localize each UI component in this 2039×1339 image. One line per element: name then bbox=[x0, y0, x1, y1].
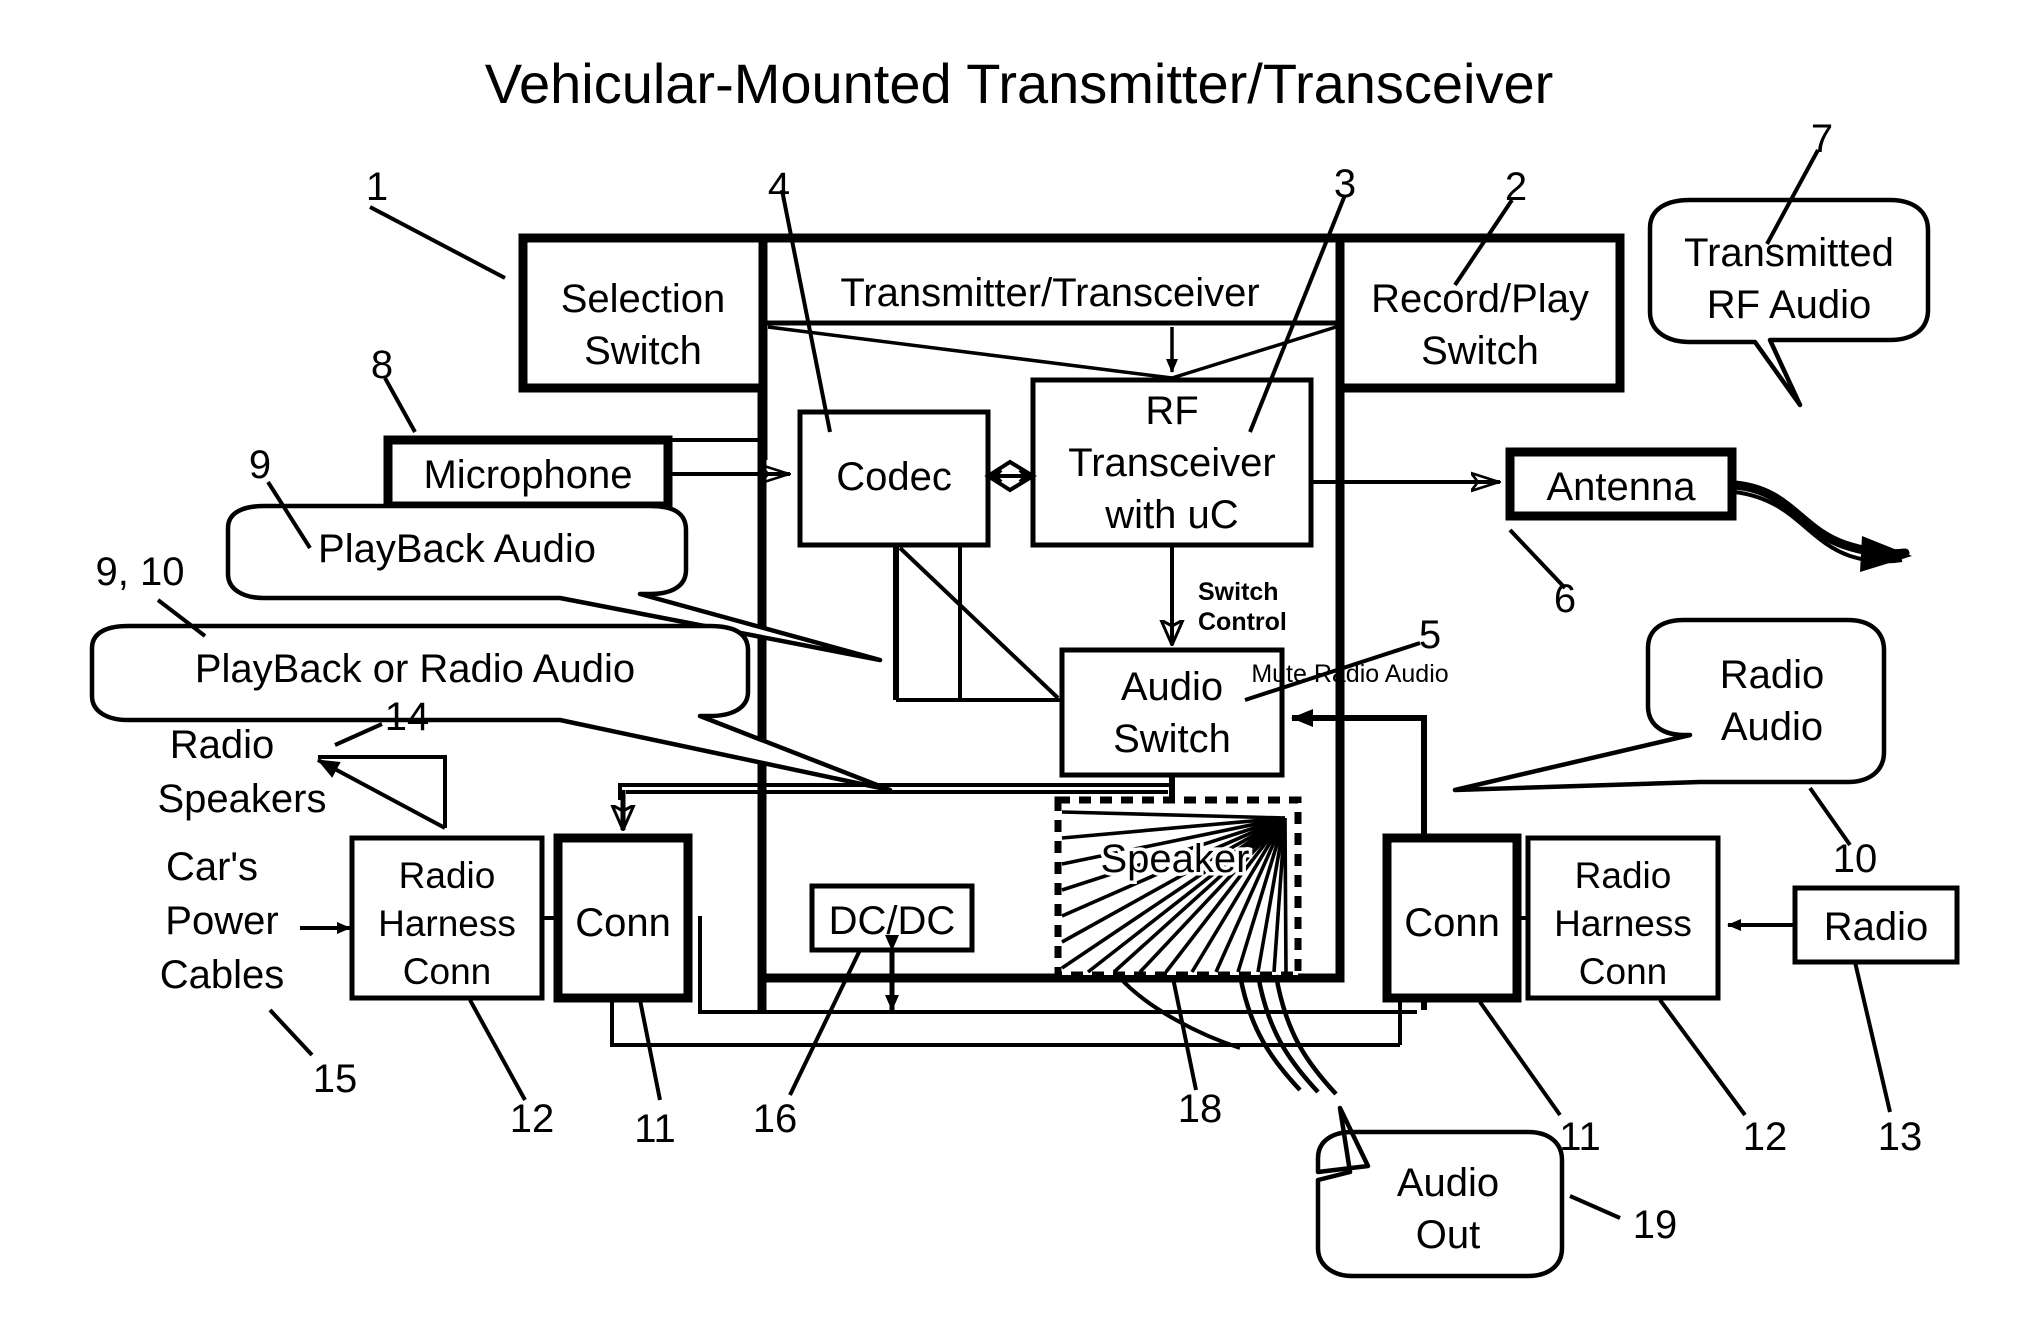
ref-number-6: 6 bbox=[1554, 577, 1576, 621]
audio-out-line-2: Out bbox=[1416, 1213, 1480, 1257]
ref-number-9-10: 9, 10 bbox=[96, 550, 185, 594]
ref-number-13: 13 bbox=[1878, 1115, 1923, 1159]
ref-number-15: 15 bbox=[313, 1057, 358, 1101]
conn-right-label: Conn bbox=[1404, 901, 1500, 945]
ref-number-11-right: 11 bbox=[1559, 1115, 1601, 1159]
rhc-left-line-2: Harness bbox=[378, 903, 516, 944]
ref-number-7: 7 bbox=[1811, 117, 1833, 161]
transmitted-rf-audio-line-2: RF Audio bbox=[1707, 283, 1872, 327]
cars-power-line-1: Car's bbox=[166, 845, 258, 889]
radio-speakers-line-2: Speakers bbox=[158, 777, 327, 821]
radio-audio-line-2: Audio bbox=[1721, 705, 1823, 749]
cars-power-line-3: Cables bbox=[160, 953, 285, 997]
conn-left-label: Conn bbox=[575, 901, 671, 945]
antenna-label: Antenna bbox=[1546, 465, 1696, 509]
patent-figure-canvas: Vehicular-Mounted Transmitter/Transceive… bbox=[0, 0, 2039, 1339]
rf-transceiver-label-1: RF bbox=[1145, 389, 1198, 433]
switch-control-label-2: Control bbox=[1198, 608, 1287, 636]
figure-title: Vehicular-Mounted Transmitter/Transceive… bbox=[485, 52, 1554, 115]
cars-power-line-2: Power bbox=[165, 899, 278, 943]
microphone-label: Microphone bbox=[423, 453, 632, 497]
ref-number-12-left: 12 bbox=[510, 1097, 555, 1141]
ref-number-2: 2 bbox=[1505, 165, 1527, 209]
switch-control-label-1: Switch bbox=[1198, 578, 1279, 606]
record-play-label-1: Record/Play bbox=[1371, 277, 1589, 321]
ref-number-5: 5 bbox=[1419, 613, 1441, 657]
codec-label: Codec bbox=[836, 455, 952, 499]
ref-number-11-left: 11 bbox=[634, 1107, 676, 1151]
ref-number-10: 10 bbox=[1833, 837, 1878, 881]
rhc-left-line-3: Conn bbox=[403, 951, 491, 992]
selection-switch-label-1: Selection bbox=[561, 277, 726, 321]
dcdc-label: DC/DC bbox=[829, 899, 956, 943]
ref-number-4: 4 bbox=[768, 165, 790, 209]
audio-out-line-1: Audio bbox=[1397, 1161, 1499, 1205]
rhc-right-line-3: Conn bbox=[1579, 951, 1667, 992]
ref-number-16: 16 bbox=[753, 1097, 798, 1141]
mute-radio-audio-label: Mute Radio Audio bbox=[1251, 660, 1448, 688]
rhc-left-line-1: Radio bbox=[399, 855, 496, 896]
speaker-group: Speaker bbox=[1054, 796, 1302, 979]
ref-number-14: 14 bbox=[385, 695, 430, 739]
rhc-right-line-2: Harness bbox=[1554, 903, 1692, 944]
rhc-right-line-1: Radio bbox=[1575, 855, 1672, 896]
transmitted-rf-audio-line-1: Transmitted bbox=[1684, 231, 1894, 275]
playback-or-radio-audio-label: PlayBack or Radio Audio bbox=[195, 647, 635, 691]
playback-audio-label: PlayBack Audio bbox=[318, 527, 596, 571]
record-play-label-2: Switch bbox=[1421, 329, 1539, 373]
radio-label: Radio bbox=[1824, 905, 1929, 949]
ref-number-19: 19 bbox=[1633, 1203, 1678, 1247]
rf-transceiver-label-3: with uC bbox=[1104, 493, 1238, 537]
ref-number-12-right: 12 bbox=[1743, 1115, 1788, 1159]
radio-speakers-line-1: Radio bbox=[170, 723, 275, 767]
ref-number-18: 18 bbox=[1178, 1087, 1223, 1131]
ref-number-3: 3 bbox=[1334, 162, 1356, 206]
transceiver-container-label: Transmitter/Transceiver bbox=[840, 271, 1259, 315]
diagram-svg: Vehicular-Mounted Transmitter/Transceive… bbox=[0, 0, 2039, 1339]
ref-number-1: 1 bbox=[366, 165, 388, 209]
audio-switch-label-1: Audio bbox=[1121, 665, 1223, 709]
ref-number-8: 8 bbox=[371, 343, 393, 387]
ref-number-9: 9 bbox=[249, 443, 271, 487]
rf-transceiver-label-2: Transceiver bbox=[1068, 441, 1275, 485]
selection-switch-label-2: Switch bbox=[584, 329, 702, 373]
audio-switch-label-2: Switch bbox=[1113, 717, 1231, 761]
speaker-label: Speaker bbox=[1101, 837, 1250, 881]
radio-audio-line-1: Radio bbox=[1720, 653, 1825, 697]
